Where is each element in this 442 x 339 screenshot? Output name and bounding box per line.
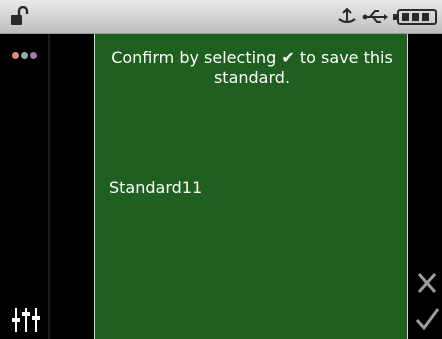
usb-icon bbox=[362, 10, 388, 23]
menu-dot bbox=[21, 52, 28, 59]
menu-dot bbox=[30, 52, 37, 59]
middle-column bbox=[50, 34, 94, 339]
lock-open-icon bbox=[11, 6, 29, 25]
usb-plug-icon bbox=[338, 7, 356, 24]
check-icon[interactable] bbox=[414, 306, 440, 332]
x-icon[interactable] bbox=[414, 270, 440, 296]
battery-icon bbox=[393, 9, 437, 25]
standard-name: Standard11 bbox=[109, 178, 203, 197]
left-sidebar bbox=[0, 34, 48, 339]
menu-dot bbox=[12, 52, 19, 59]
confirm-panel: Confirm by selecting ✔ to save this stan… bbox=[94, 34, 408, 339]
sliders-icon[interactable] bbox=[12, 304, 42, 334]
confirm-message: Confirm by selecting ✔ to save this stan… bbox=[111, 48, 393, 87]
status-bar bbox=[0, 0, 442, 34]
